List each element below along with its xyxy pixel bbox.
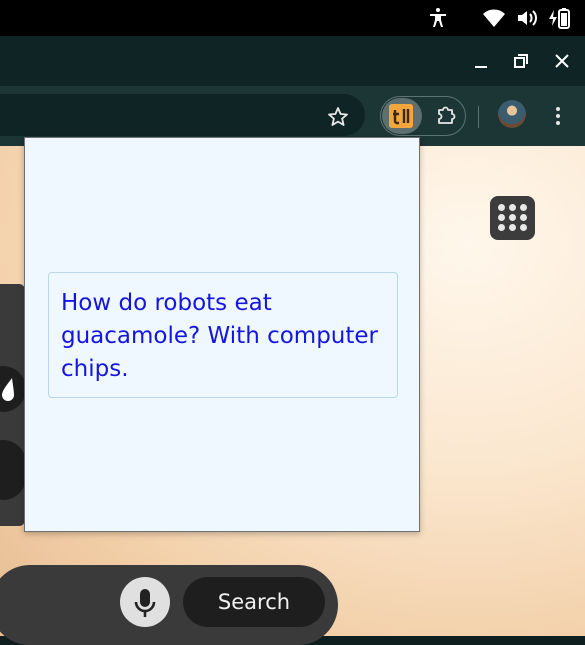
browser-title-bar: [0, 36, 585, 86]
profile-avatar[interactable]: [498, 100, 526, 128]
wifi-icon[interactable]: [482, 6, 506, 30]
search-button[interactable]: Search: [183, 577, 325, 627]
battery-charging-icon[interactable]: [548, 6, 572, 30]
joke-card: How do robots eat guacamole? With comput…: [48, 272, 398, 398]
accessibility-icon[interactable]: [426, 6, 450, 30]
toolbar-divider: [478, 106, 479, 128]
drop-icon[interactable]: [0, 366, 26, 412]
system-status-bar: [0, 0, 585, 36]
joke-text: How do robots eat guacamole? With comput…: [61, 290, 379, 382]
restore-icon[interactable]: [508, 48, 534, 74]
extensions-puzzle-icon[interactable]: [434, 104, 458, 128]
bookmark-star-icon[interactable]: [326, 105, 350, 129]
volume-icon[interactable]: [515, 6, 539, 30]
mic-icon[interactable]: [120, 577, 170, 627]
extension-tl-icon[interactable]: [389, 104, 413, 128]
close-icon[interactable]: [549, 48, 575, 74]
apps-grid-icon[interactable]: [490, 196, 535, 240]
minimize-icon[interactable]: [468, 48, 494, 74]
more-menu-icon[interactable]: [548, 104, 568, 128]
extension-popup: How do robots eat guacamole? With comput…: [24, 137, 420, 532]
address-bar[interactable]: [0, 94, 365, 136]
